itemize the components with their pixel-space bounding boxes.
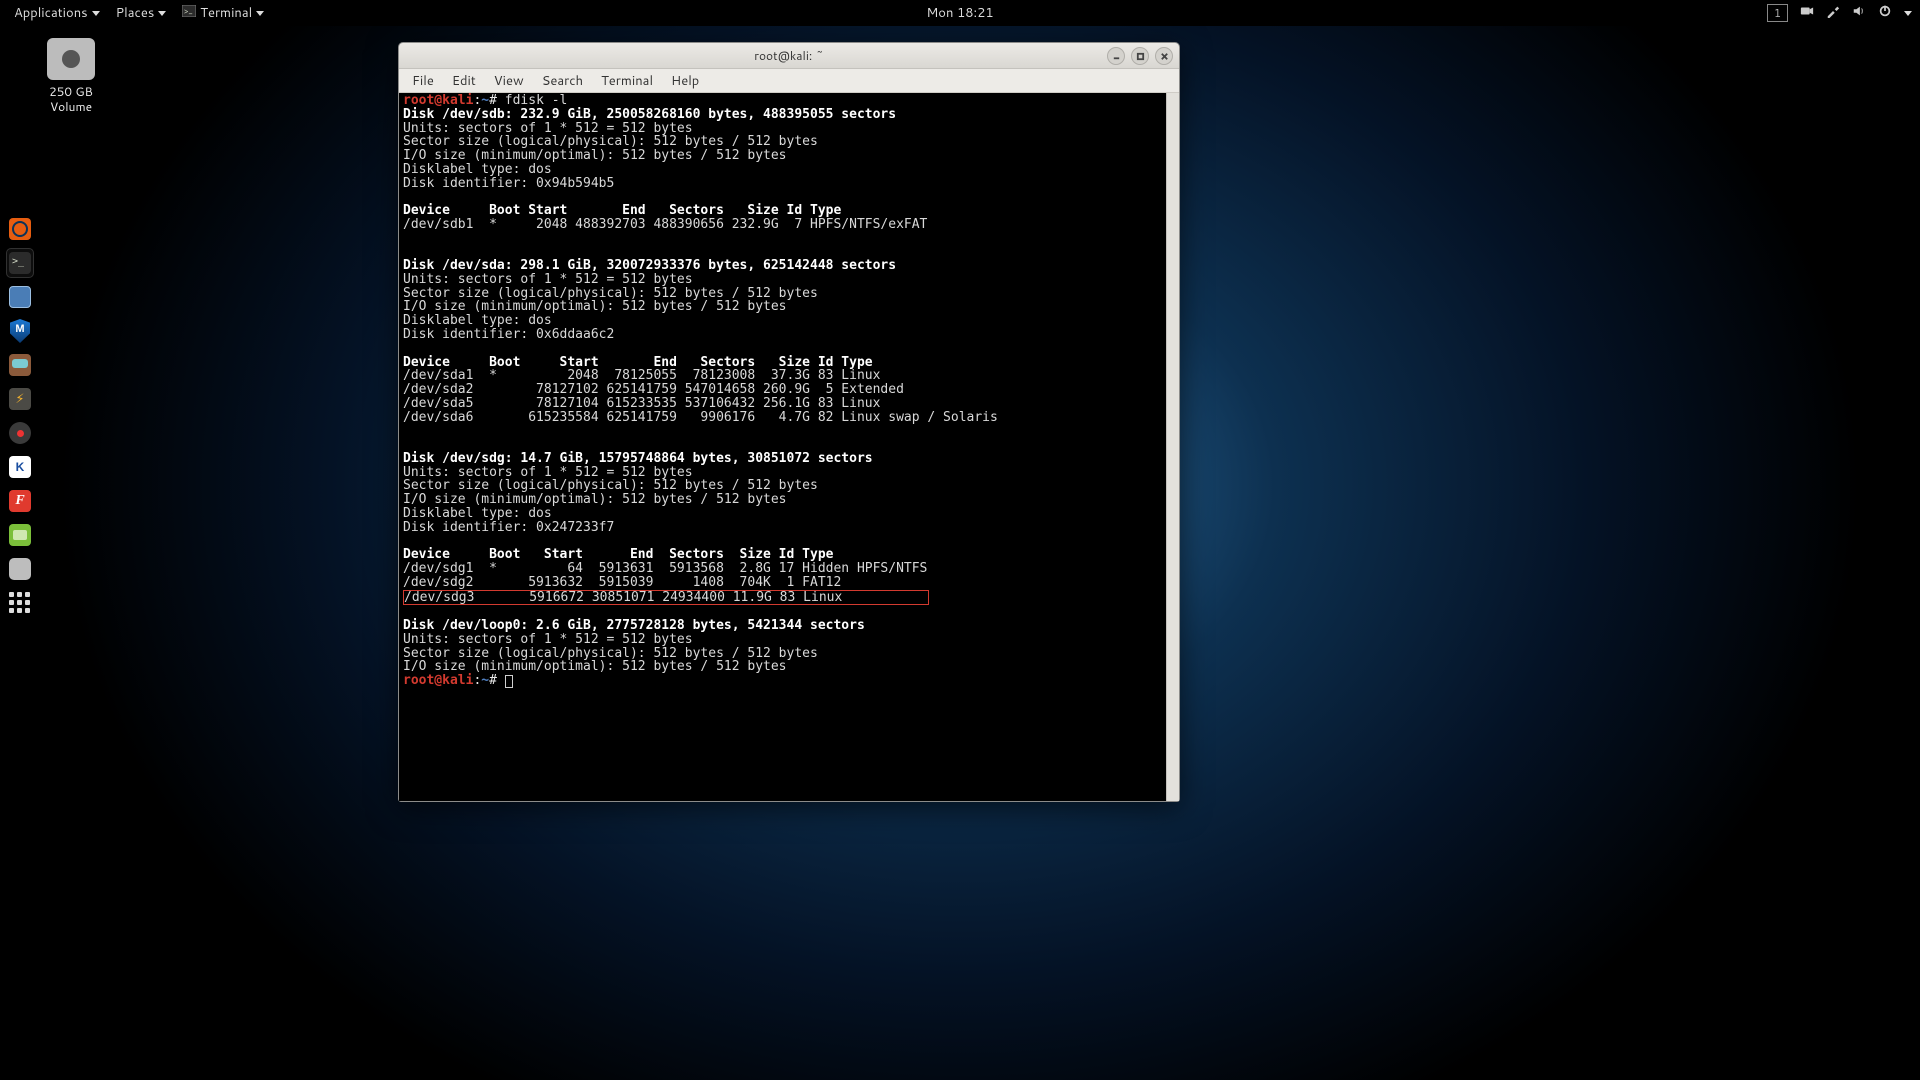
sdg-row-3-highlighted: /dev/sdg3 5916672 30851071 24934400 11.9…: [403, 590, 929, 606]
chevron-down-icon: [92, 11, 100, 16]
titlebar[interactable]: root@kali: ~: [399, 43, 1179, 69]
panel-clock[interactable]: Mon 18:21: [926, 4, 993, 22]
terminal-taskbar-item[interactable]: >_ Terminal: [176, 4, 270, 22]
svg-text:>_: >_: [184, 5, 193, 17]
menu-help[interactable]: Help: [662, 72, 708, 90]
hard-disk-icon: [47, 38, 95, 80]
dock-xterm[interactable]: [6, 554, 34, 584]
files-icon: [9, 286, 31, 308]
sda-table-header: Device Boot Start End Sectors Size Id Ty…: [403, 355, 873, 370]
sdg-row-2: /dev/sdg2 5913632 5915039 1408 704K 1 FA…: [403, 575, 841, 590]
dock-zenmap[interactable]: K: [6, 452, 34, 482]
disk-loop0-header: Disk /dev/loop0: 2.6 GiB, 2775728128 byt…: [403, 618, 865, 633]
dock-metasploit[interactable]: [6, 316, 34, 346]
places-label: Places: [116, 4, 155, 22]
terminal-taskbar-label: Terminal: [200, 4, 252, 22]
apps-grid-icon: [9, 592, 31, 614]
dock-recorder[interactable]: [6, 418, 34, 448]
applications-label: Applications: [14, 4, 88, 22]
dock-firefox[interactable]: [6, 214, 34, 244]
volume-icon[interactable]: [1852, 4, 1866, 23]
places-menu[interactable]: Places: [110, 4, 173, 22]
terminal-window: root@kali: ~ File Edit View Search Termi…: [398, 42, 1180, 802]
sda-row-2: /dev/sda2 78127102 625141759 547014658 2…: [403, 382, 904, 397]
menu-terminal[interactable]: Terminal: [592, 72, 662, 90]
faraday-icon: F: [9, 490, 31, 512]
desktop-volume-label-line2: Volume: [26, 99, 116, 114]
chevron-down-icon[interactable]: [1904, 11, 1912, 16]
desktop-volume-label-line1: 250 GB: [26, 84, 116, 99]
dock-leafpad[interactable]: [6, 520, 34, 550]
terminal-scrollbar[interactable]: [1166, 93, 1179, 801]
chevron-down-icon: [158, 11, 166, 16]
clock-text: Mon 18:21: [926, 4, 993, 22]
shield-icon: [10, 319, 30, 343]
sda-row-1: /dev/sda1 * 2048 78125055 78123008 37.3G…: [403, 368, 880, 383]
dock-terminal[interactable]: [6, 248, 34, 278]
chevron-down-icon: [256, 11, 264, 16]
menubar: File Edit View Search Terminal Help: [399, 69, 1179, 93]
left-dock: K F: [0, 208, 40, 624]
sdg-row-1: /dev/sdg1 * 64 5913631 5913568 2.8G 17 H…: [403, 561, 927, 576]
record-icon: [9, 422, 31, 444]
sdg-table-header: Device Boot Start End Sectors Size Id Ty…: [403, 547, 833, 562]
disk-sdg-header: Disk /dev/sdg: 14.7 GiB, 15795748864 byt…: [403, 451, 873, 466]
desktop-volume-icon[interactable]: 250 GB Volume: [26, 38, 116, 114]
terminal-output[interactable]: root@kali:~# fdisk -l Disk /dev/sdb: 232…: [399, 93, 1166, 801]
dock-files[interactable]: [6, 282, 34, 312]
close-button[interactable]: [1155, 47, 1173, 65]
sda-row-3: /dev/sda5 78127104 615233535 537106432 2…: [403, 396, 880, 411]
sdb-row-1: /dev/sdb1 * 2048 488392703 488390656 232…: [403, 217, 927, 232]
top-panel: Applications Places >_ Terminal Mon 18:2…: [0, 0, 1920, 26]
firefox-icon: [9, 218, 31, 240]
dock-armitage[interactable]: [6, 350, 34, 380]
menu-file[interactable]: File: [403, 72, 443, 90]
leafpad-icon: [9, 524, 31, 546]
minimize-button[interactable]: [1107, 47, 1125, 65]
applications-menu[interactable]: Applications: [8, 4, 106, 22]
workspace-indicator[interactable]: 1: [1767, 4, 1788, 22]
maximize-button[interactable]: [1131, 47, 1149, 65]
disk-sdb-header: Disk /dev/sdb: 232.9 GiB, 250058268160 b…: [403, 107, 896, 122]
cursor-icon: [505, 675, 513, 688]
zenmap-icon: K: [9, 456, 31, 478]
dock-burpsuite[interactable]: [6, 384, 34, 414]
sda-row-4: /dev/sda6 615235584 625141759 9906176 4.…: [403, 410, 998, 425]
prompt-user: root@kali: [403, 93, 473, 108]
terminal-icon: [9, 252, 31, 274]
armitage-icon: [9, 354, 31, 376]
window-title: root@kali: ~: [754, 47, 823, 64]
dock-show-apps[interactable]: [6, 588, 34, 618]
terminal-icon: >_: [182, 4, 196, 22]
power-icon[interactable]: [1878, 4, 1892, 23]
lightning-icon: [9, 388, 31, 410]
sdb-table-header: Device Boot Start End Sectors Size Id Ty…: [403, 203, 841, 218]
xterm-icon: [9, 558, 31, 580]
color-picker-icon[interactable]: [1826, 4, 1840, 23]
dock-faraday[interactable]: F: [6, 486, 34, 516]
recording-icon[interactable]: [1800, 4, 1814, 23]
menu-edit[interactable]: Edit: [443, 72, 485, 90]
menu-view[interactable]: View: [485, 72, 533, 90]
disk-sda-header: Disk /dev/sda: 298.1 GiB, 320072933376 b…: [403, 258, 896, 273]
command-text: fdisk -l: [505, 93, 568, 108]
menu-search[interactable]: Search: [533, 72, 592, 90]
